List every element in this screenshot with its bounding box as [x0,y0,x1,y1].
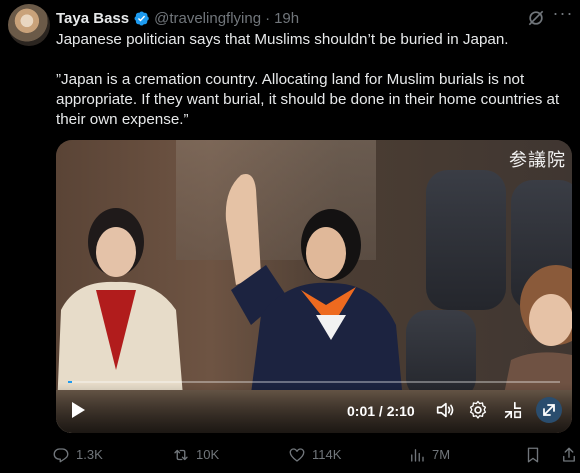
post-header: Taya Bass @travelingflying · 19h [56,8,560,28]
reply-button[interactable]: 1.3K [52,444,103,466]
share-button[interactable] [560,444,580,466]
post-text-line1: Japanese politician says that Muslims sh… [56,31,509,48]
repost-icon [174,449,188,461]
action-bar: 1.3K 10K 114K 7M [50,444,580,466]
video-timecode: 0:01 / 2:10 [347,403,415,419]
video-watermark: 参議院 [509,150,566,171]
video-progress-bar[interactable] [68,381,560,383]
repost-count: 10K [196,447,220,462]
grok-icon[interactable] [526,8,546,28]
author-name[interactable]: Taya Bass [56,10,129,27]
bookmark-icon [527,447,539,463]
separator-dot: · [265,9,271,27]
expand-icon[interactable] [536,397,562,423]
post-text: Japanese politician says that Muslims sh… [56,30,572,130]
bookmark-button[interactable] [524,444,548,466]
share-icon [563,447,575,462]
repost-button[interactable]: 10K [172,444,219,466]
more-icon[interactable]: ··· [552,4,574,28]
views-button[interactable]: 7M [408,444,450,466]
fullscreen-exit-icon[interactable] [502,399,524,421]
avatar[interactable] [8,4,50,46]
author-handle[interactable]: @travelingflying [154,10,261,27]
volume-icon[interactable] [434,399,456,421]
video-player[interactable]: 参議院 0:01 / 2:10 [56,140,572,433]
like-button[interactable]: 114K [288,444,341,466]
views-icon [411,449,424,462]
reply-count: 1.3K [76,447,103,462]
video-controls [56,383,572,433]
views-count: 7M [432,447,451,462]
post-text-quote: ”Japan is a cremation country. Allocatin… [56,71,560,128]
video-progress-fill [68,381,72,383]
settings-icon[interactable] [467,399,489,421]
play-icon[interactable] [70,401,86,419]
post-time[interactable]: 19h [274,10,299,27]
like-icon [289,448,305,462]
verified-badge-icon [134,10,149,26]
reply-icon [53,448,69,463]
like-count: 114K [312,447,342,462]
